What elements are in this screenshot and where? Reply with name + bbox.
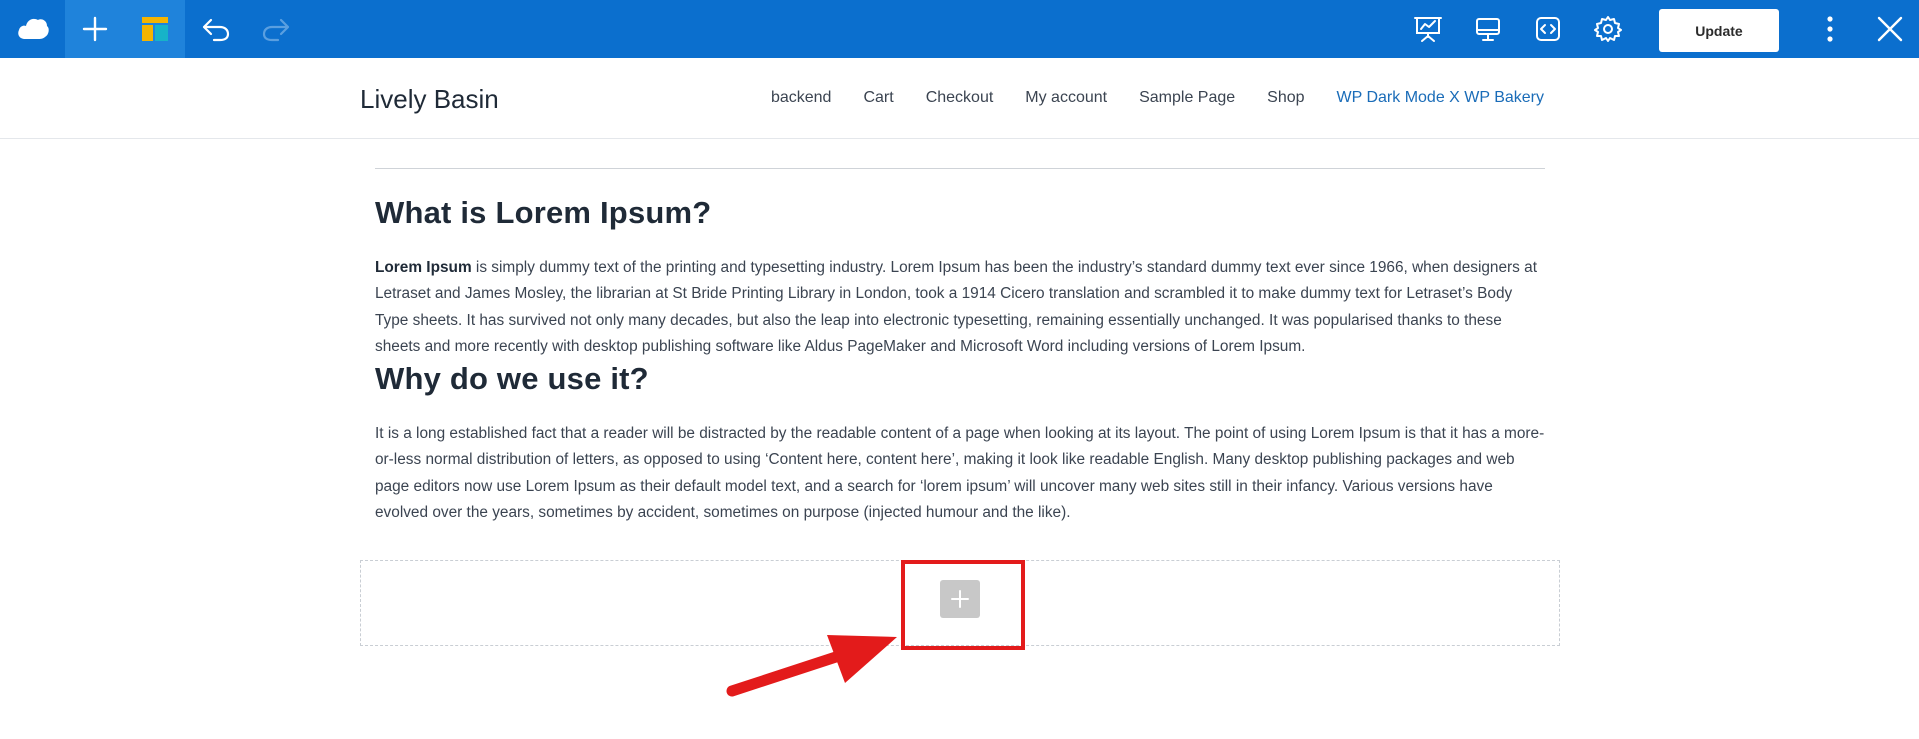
paragraph-why-do-we-use-it: It is a long established fact that a rea…: [375, 425, 1545, 522]
site-header: Lively Basin backend Cart Checkout My ac…: [0, 58, 1919, 139]
presentation-icon[interactable]: [1398, 0, 1458, 58]
templates-icon[interactable]: [125, 0, 185, 58]
nav-link-cart[interactable]: Cart: [863, 89, 893, 107]
more-vertical-icon[interactable]: [1800, 0, 1860, 58]
paragraph-what-is-lorem-ipsum: Lorem Ipsum is simply dummy text of the …: [375, 255, 1545, 361]
settings-gear-icon[interactable]: [1578, 0, 1638, 58]
heading-why-do-we-use-it: Why do we use it?: [375, 361, 649, 396]
nav-link-sample-page[interactable]: Sample Page: [1139, 89, 1235, 107]
logo-cloud-icon[interactable]: [3, 0, 63, 58]
nav-link-my-account[interactable]: My account: [1025, 89, 1107, 107]
undo-icon[interactable]: [186, 0, 246, 58]
redo-icon[interactable]: [246, 0, 306, 58]
paragraph-body: is simply dummy text of the printing and…: [375, 259, 1537, 356]
nav-link-wp-dark-mode[interactable]: WP Dark Mode X WP Bakery: [1337, 89, 1544, 107]
heading-what-is-lorem-ipsum: What is Lorem Ipsum?: [375, 195, 712, 230]
update-button[interactable]: Update: [1659, 9, 1779, 52]
code-icon[interactable]: [1518, 0, 1578, 58]
highlight-box: [901, 560, 1025, 650]
red-arrow-icon: [726, 635, 897, 697]
close-icon[interactable]: [1860, 0, 1919, 58]
nav-link-checkout[interactable]: Checkout: [926, 89, 994, 107]
content-divider: [375, 168, 1545, 169]
editor-toolbar: Update: [0, 0, 1919, 58]
add-element-icon[interactable]: [65, 0, 125, 58]
site-title[interactable]: Lively Basin: [360, 84, 499, 115]
nav-link-shop[interactable]: Shop: [1267, 89, 1304, 107]
main-nav: backend Cart Checkout My account Sample …: [771, 89, 1544, 107]
nav-link-backend[interactable]: backend: [771, 89, 832, 107]
paragraph-bold-lead: Lorem Ipsum: [375, 259, 472, 276]
desktop-preview-icon[interactable]: [1458, 0, 1518, 58]
